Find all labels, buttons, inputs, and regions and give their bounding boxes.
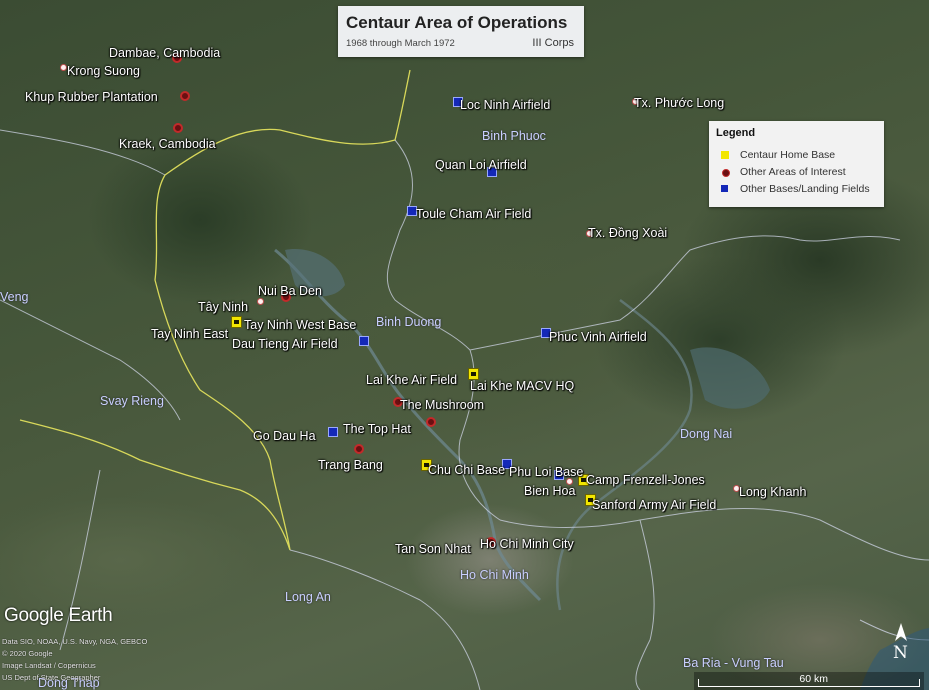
legend-label-poi: Other Areas of Interest	[740, 166, 846, 178]
marker-top-hat[interactable]	[426, 417, 436, 427]
scale-label: 60 km	[799, 673, 828, 685]
map-corps: III Corps	[532, 37, 574, 49]
region-svay-rieng: Svay Rieng	[100, 394, 164, 408]
label-mushroom: The Mushroom	[400, 398, 485, 412]
region-dong-nai: Dong Nai	[680, 427, 733, 441]
marker-go-dau-ha[interactable]	[328, 427, 338, 437]
marker-krong-suong[interactable]	[60, 64, 67, 71]
title-panel: Centaur Area of Operations 1968 through …	[338, 6, 584, 57]
credit-line: Image Landsat / Copernicus	[2, 661, 96, 670]
label-camp-frenzell-jones: Camp Frenzell-Jones	[586, 473, 705, 487]
label-tan-son-nhat: Tan Son Nhat	[395, 542, 471, 556]
imagery-credits: Data SIO, NOAA, U.S. Navy, NGA, GEBCO © …	[2, 636, 147, 684]
label-lai-khe-af: Lai Khe Air Field	[366, 373, 458, 387]
label-tay-ninh: Tây Ninh	[198, 300, 249, 314]
legend-label-home: Centaur Home Base	[740, 149, 836, 161]
marker-tay-ninh[interactable]	[257, 298, 264, 305]
label-khup: Khup Rubber Plantation	[25, 90, 158, 104]
marker-dau-tieng[interactable]	[359, 336, 369, 346]
label-sanford: Sanford Army Air Field	[592, 498, 717, 512]
label-phuoc-long: Tx. Phước Long	[634, 96, 725, 110]
label-quan-loi: Quan Loi Airfield	[435, 158, 527, 172]
label-tay-ninh-west: Tay Ninh West Base	[244, 318, 357, 332]
credit-line: © 2020 Google	[2, 649, 53, 658]
marker-trang-bang[interactable]	[354, 444, 364, 454]
credit-line: US Dept of State Geographer	[2, 673, 101, 682]
credit-line: Data SIO, NOAA, U.S. Navy, NGA, GEBCO	[2, 637, 148, 646]
map-canvas[interactable]: Centaur Area of Operations 1968 through …	[0, 0, 929, 690]
region-ba-ria-vung-tau: Ba Ria - Vung Tau	[683, 656, 784, 670]
label-loc-ninh: Loc Ninh Airfield	[460, 98, 551, 112]
region-binh-duong: Binh Duong	[376, 315, 442, 329]
google-earth-logo: Google Earth	[4, 605, 113, 626]
label-krong-suong: Krong Suong	[67, 64, 140, 78]
map-subtitle: 1968 through March 1972	[346, 38, 455, 49]
label-long-khanh: Long Khanh	[739, 485, 807, 499]
label-bien-hoa: Bien Hoa	[524, 484, 576, 498]
map-title: Centaur Area of Operations	[346, 13, 568, 32]
compass-label: N	[893, 643, 908, 663]
marker-khup[interactable]	[180, 91, 190, 101]
legend-title: Legend	[716, 127, 756, 139]
label-nui-ba-den: Nui Ba Den	[258, 284, 322, 298]
label-dong-xoai: Tx. Đồng Xoài	[588, 226, 668, 240]
label-toule-cham: Toule Cham Air Field	[416, 207, 532, 221]
lake-tri-an	[690, 347, 770, 409]
label-tay-ninh-east: Tay Ninh East	[151, 327, 229, 341]
marker-kraek[interactable]	[173, 123, 183, 133]
home-base-swatch	[721, 151, 729, 159]
compass[interactable]: N	[887, 621, 915, 665]
area-of-interest-swatch	[722, 169, 730, 177]
label-chu-chi: Chu Chi Base	[428, 463, 506, 477]
region-binh-phuoc: Binh Phuoc	[482, 129, 546, 143]
legend-panel: Legend Centaur Home Base Other Areas of …	[709, 121, 884, 207]
label-trang-bang: Trang Bang	[318, 458, 383, 472]
marker-tay-ninh-west[interactable]	[231, 316, 242, 328]
label-phu-loi: Phu Loi Base	[509, 465, 584, 479]
label-phuc-vinh: Phuc Vinh Airfield	[549, 330, 647, 344]
label-dambae: Dambae, Cambodia	[109, 46, 221, 60]
label-hcmc: Ho Chi Minh City	[480, 537, 574, 551]
other-base-swatch	[721, 185, 728, 192]
region-long-an: Long An	[285, 590, 331, 604]
region-veng: Veng	[0, 290, 29, 304]
legend-label-base: Other Bases/Landing Fields	[740, 183, 870, 195]
label-kraek: Kraek, Cambodia	[119, 137, 216, 151]
dong-nai-river	[556, 299, 693, 611]
label-top-hat: The Top Hat	[343, 422, 411, 436]
scale-bar: 60 km	[694, 672, 924, 690]
north-arrow-icon	[895, 623, 907, 641]
label-go-dau-ha: Go Dau Ha	[253, 429, 316, 443]
region-ho-chi-minh: Ho Chi Minh	[460, 568, 529, 582]
label-dau-tieng: Dau Tieng Air Field	[232, 337, 338, 351]
label-lai-khe-macv: Lai Khe MACV HQ	[470, 379, 575, 393]
